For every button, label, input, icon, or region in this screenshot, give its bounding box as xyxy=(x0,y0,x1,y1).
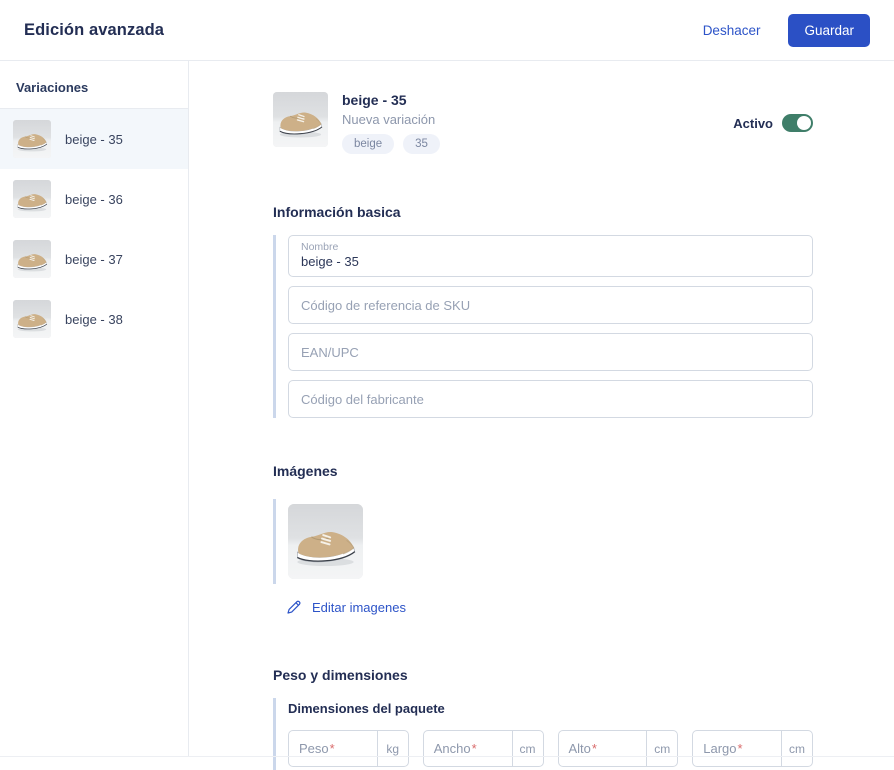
package-dimensions-label: Dimensiones del paquete xyxy=(288,701,445,716)
toggle-knob xyxy=(797,116,811,130)
main-panel: beige - 35 Nueva variación beige 35 Acti… xyxy=(189,61,894,770)
variation-label: beige - 36 xyxy=(65,191,123,207)
variation-name: beige - 35 xyxy=(342,92,407,108)
pencil-icon xyxy=(286,599,302,615)
images-group xyxy=(273,499,813,584)
dimension-placeholder: Alto * xyxy=(568,741,597,756)
input-largo[interactable]: Largo * cm xyxy=(692,730,813,767)
variation-label: beige - 38 xyxy=(65,311,123,327)
top-bar: Edición avanzada Deshacer Guardar xyxy=(0,0,894,61)
variation-label: beige - 37 xyxy=(65,251,123,267)
name-input-value: beige - 35 xyxy=(301,254,359,270)
edit-images-label: Editar imagenes xyxy=(312,599,406,615)
variation-photo xyxy=(273,92,328,147)
basic-fields: Nombre beige - 35 xyxy=(288,235,813,418)
page-title: Edición avanzada xyxy=(24,20,165,39)
dimension-placeholder: Peso * xyxy=(299,741,335,756)
active-label: Activo xyxy=(733,115,773,131)
undo-button[interactable]: Deshacer xyxy=(703,23,761,38)
variation-label: beige - 35 xyxy=(65,131,123,147)
sidebar-item-beige-37[interactable]: beige - 37 xyxy=(0,229,188,289)
input-c-digo-de-referencia-de-sku[interactable] xyxy=(288,286,813,324)
chip-size: 35 xyxy=(403,134,440,154)
name-input[interactable]: Nombre beige - 35 xyxy=(288,235,813,277)
dimension-placeholder: Largo * xyxy=(703,741,743,756)
product-image-thumbnail[interactable] xyxy=(288,504,363,579)
input-c-digo-del-fabricante[interactable] xyxy=(288,380,813,418)
variation-chips: beige 35 xyxy=(342,134,440,154)
topbar-actions: Deshacer Guardar xyxy=(703,13,870,47)
chip-color: beige xyxy=(342,134,395,154)
variation-status: Nueva variación xyxy=(342,112,436,127)
input-peso[interactable]: Peso * kg xyxy=(288,730,409,767)
unit-label: cm xyxy=(511,731,543,766)
sidebar-item-beige-38[interactable]: beige - 38 xyxy=(0,289,188,349)
variations-sidebar: Variaciones beige - 35 beige - 36 beige … xyxy=(0,61,189,756)
input-ancho[interactable]: Ancho * cm xyxy=(422,730,544,767)
variation-thumbnail xyxy=(13,240,51,278)
sidebar-item-beige-35[interactable]: beige - 35 xyxy=(0,109,188,169)
active-control: Activo xyxy=(733,114,813,132)
section-title-dimensions: Peso y dimensiones xyxy=(273,667,408,683)
sidebar-item-beige-36[interactable]: beige - 36 xyxy=(0,169,188,229)
variation-thumbnail xyxy=(13,180,51,218)
dimension-placeholder: Ancho * xyxy=(433,741,477,756)
input-alto[interactable]: Alto * cm xyxy=(557,730,679,767)
name-input-label: Nombre xyxy=(301,240,339,253)
active-toggle[interactable] xyxy=(782,114,813,132)
input-ean-upc[interactable] xyxy=(288,333,813,371)
dimensions-group: Dimensiones del paquete Peso * kg Ancho * cm A… xyxy=(273,698,813,770)
save-button[interactable]: Guardar xyxy=(788,13,870,47)
dimension-row: Peso * kg Ancho * cm Alto * cm Largo * cm xyxy=(288,730,813,770)
section-title-images: Imágenes xyxy=(273,463,338,479)
variation-header: beige - 35 Nueva variación beige 35 Acti… xyxy=(273,92,813,154)
section-title-basic-info: Información basica xyxy=(273,204,401,220)
unit-label: cm xyxy=(781,731,812,766)
unit-label: kg xyxy=(376,731,408,766)
main-layout: Variaciones beige - 35 beige - 36 beige … xyxy=(0,61,894,770)
basic-info-group: Nombre beige - 35 xyxy=(273,235,813,418)
variation-thumbnail xyxy=(13,120,51,158)
variation-list: beige - 35 beige - 36 beige - 37 beige -… xyxy=(0,109,188,349)
edit-images-link[interactable]: Editar imagenes xyxy=(286,599,406,615)
variation-thumbnail xyxy=(13,300,51,338)
advanced-edit-page: Edición avanzada Deshacer Guardar Variac… xyxy=(0,0,894,770)
unit-label: cm xyxy=(646,731,677,766)
sidebar-title: Variaciones xyxy=(0,61,188,109)
